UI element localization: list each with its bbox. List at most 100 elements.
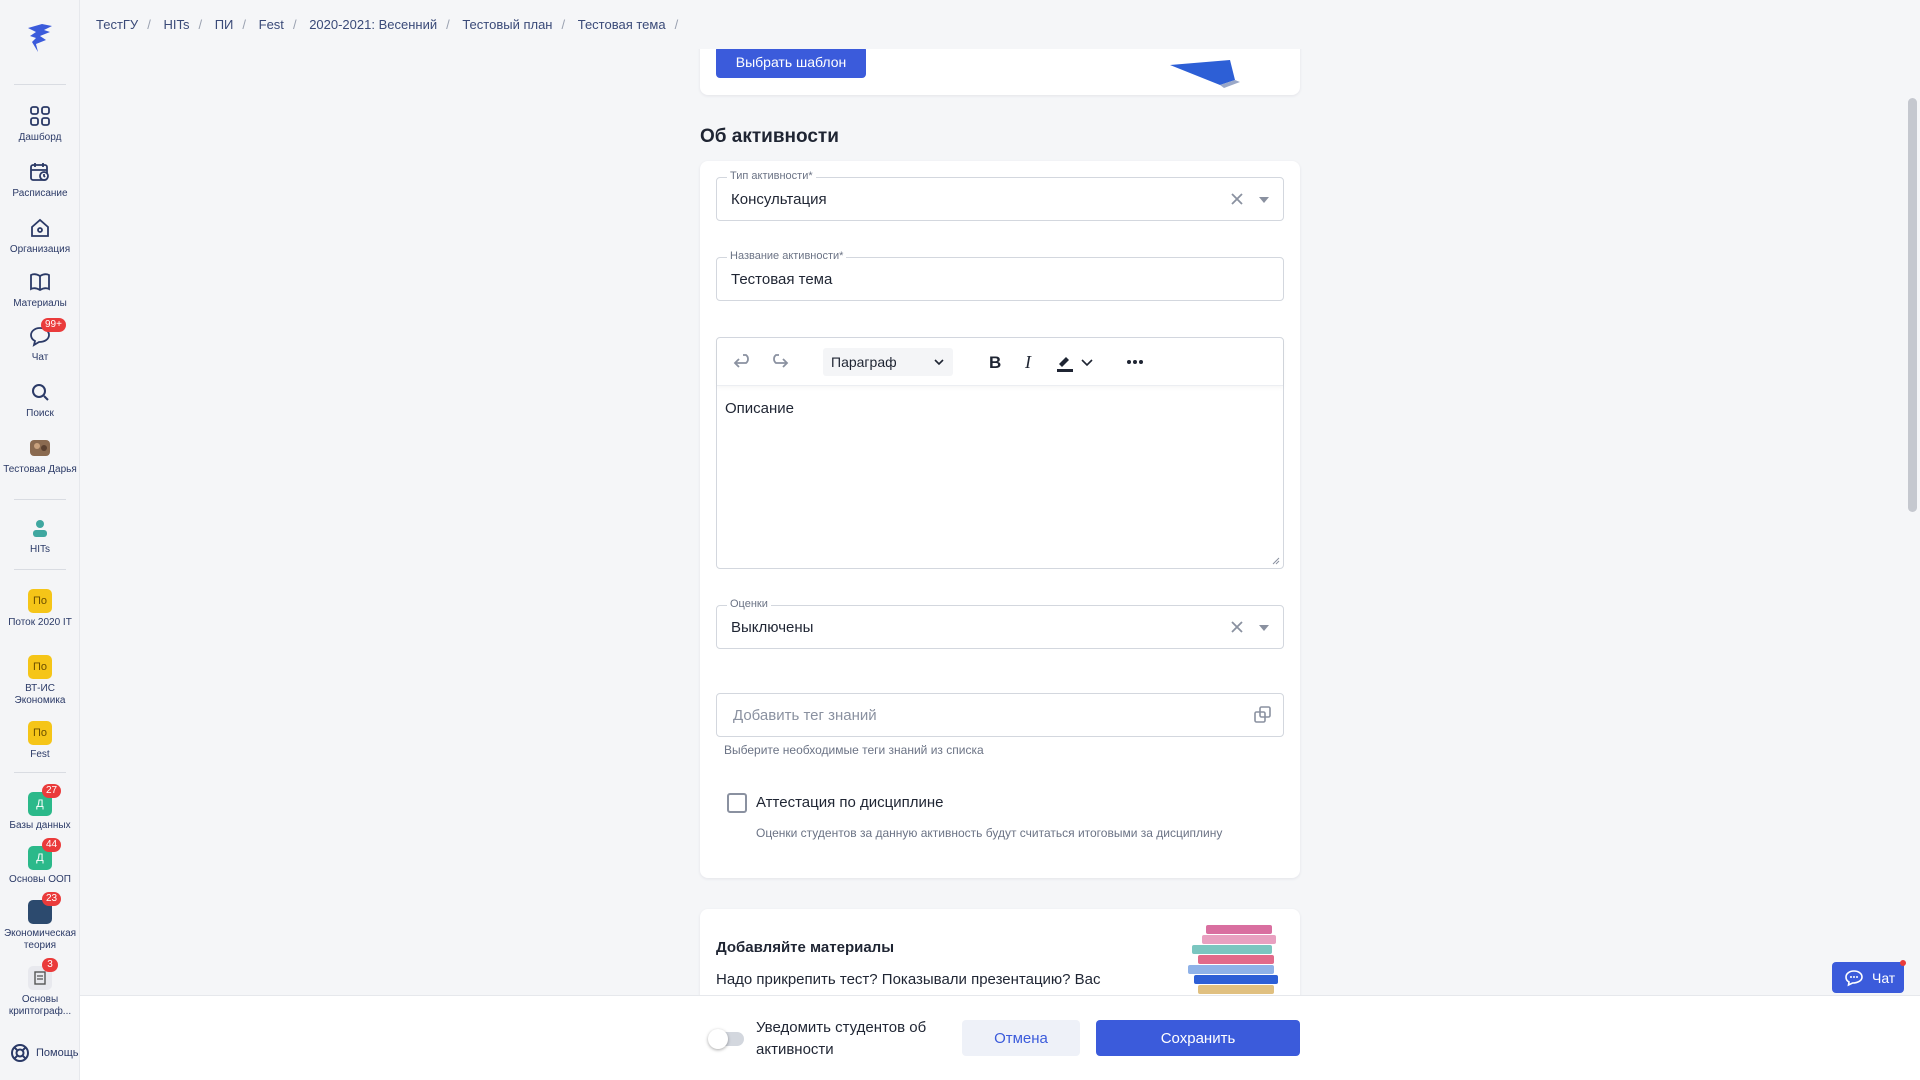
stream-avatar: По bbox=[28, 721, 52, 745]
document-icon bbox=[34, 971, 46, 985]
activity-type-select[interactable]: Тип активности* Консультация bbox=[716, 170, 1284, 221]
chat-button-label: Чат bbox=[1872, 970, 1896, 986]
sidebar-divider bbox=[14, 772, 66, 773]
home-icon bbox=[31, 218, 49, 237]
attestation-description: Оценки студентов за данную активность бу… bbox=[756, 826, 1223, 840]
sidebar-item-label: Материалы bbox=[13, 298, 67, 309]
chat-unread-badge: 99+ bbox=[41, 318, 66, 332]
sidebar-item-schedule[interactable]: Расписание bbox=[0, 160, 80, 200]
attestation-label[interactable]: Аттестация по дисциплине bbox=[756, 794, 944, 811]
caret-down-icon[interactable] bbox=[1259, 625, 1269, 631]
chevron-down-icon bbox=[934, 359, 944, 366]
sidebar-item-organization[interactable]: Организация bbox=[0, 216, 80, 256]
bold-icon[interactable]: B bbox=[983, 350, 1007, 374]
breadcrumb-item[interactable]: 2020-2021: Весенний bbox=[309, 17, 437, 32]
tag-hint: Выберите необходимые теги знаний из спис… bbox=[724, 743, 984, 757]
clear-icon[interactable] bbox=[1229, 619, 1245, 635]
highlight-icon[interactable] bbox=[1053, 350, 1077, 374]
redo-icon[interactable] bbox=[767, 350, 791, 374]
caret-down-icon[interactable] bbox=[1259, 197, 1269, 203]
sidebar-item-course[interactable]: Д 27 Базы данных bbox=[0, 784, 80, 832]
attestation-checkbox[interactable] bbox=[727, 793, 747, 813]
breadcrumb-item[interactable]: Тестовая тема bbox=[578, 17, 666, 32]
breadcrumb-item[interactable]: Fest bbox=[259, 17, 284, 32]
breadcrumb-item[interactable]: ПИ bbox=[215, 17, 234, 32]
help-link[interactable]: Помощь bbox=[10, 1043, 79, 1063]
sidebar-item-stream[interactable]: По Fest bbox=[0, 721, 80, 761]
chevron-down-icon[interactable] bbox=[1079, 350, 1095, 374]
cancel-button[interactable]: Отмена bbox=[962, 1020, 1080, 1056]
save-button[interactable]: Сохранить bbox=[1096, 1020, 1300, 1056]
sidebar-item-label: Дашборд bbox=[18, 132, 62, 143]
sidebar-item-label: Основы криптограф... bbox=[8, 994, 72, 1017]
paragraph-style-value: Параграф bbox=[831, 354, 897, 370]
page-scrollbar[interactable] bbox=[1908, 98, 1917, 512]
field-value: Консультация bbox=[731, 191, 827, 208]
field-label: Название активности* bbox=[727, 250, 847, 262]
editor-toolbar: Параграф B I bbox=[717, 338, 1283, 386]
sidebar-item-course[interactable]: Д 44 Основы ООП bbox=[0, 838, 80, 886]
topbar: ТестГУ / HITs / ПИ / Fest/ 2020-2021: Весен… bbox=[80, 0, 1920, 49]
course-badge: 27 bbox=[42, 784, 62, 798]
knowledge-tag-input[interactable]: Добавить тег знаний bbox=[716, 693, 1284, 737]
sidebar-item-label: Расписание bbox=[12, 188, 68, 199]
toggle-knob bbox=[708, 1029, 728, 1049]
activity-name-field[interactable]: Название активности* Тестовая тема bbox=[716, 250, 1284, 301]
italic-icon[interactable]: I bbox=[1017, 350, 1041, 374]
search-icon bbox=[32, 384, 49, 401]
sidebar: Дашборд Расписание Организация Материалы… bbox=[0, 0, 80, 1080]
breadcrumb-item[interactable]: Тестовый план bbox=[462, 17, 552, 32]
undo-icon[interactable] bbox=[731, 350, 755, 374]
grades-select[interactable]: Оценки Выключены bbox=[716, 598, 1284, 649]
sidebar-item-stream[interactable]: По Поток 2020 IT bbox=[0, 589, 80, 629]
chat-bubble-icon bbox=[1845, 970, 1863, 987]
book-icon bbox=[30, 273, 50, 292]
sidebar-item-course[interactable]: 23 Экономическая теория bbox=[0, 892, 80, 952]
sidebar-item-label: Тестовая Дарья bbox=[3, 464, 77, 475]
resize-handle-icon[interactable] bbox=[1271, 556, 1280, 565]
choose-template-button[interactable]: Выбрать шаблон bbox=[716, 46, 866, 78]
paragraph-style-select[interactable]: Параграф bbox=[823, 348, 953, 376]
course-avatar: Д 44 bbox=[28, 838, 62, 870]
chat-button[interactable]: Чат bbox=[1832, 960, 1906, 993]
sidebar-item-profile[interactable]: Тестовая Дарья bbox=[0, 436, 80, 476]
clear-icon[interactable] bbox=[1229, 191, 1245, 207]
sidebar-item-label: ВТ-ИС Экономика bbox=[14, 683, 66, 706]
course-avatar: 23 bbox=[28, 892, 62, 924]
field-label: Тип активности* bbox=[727, 170, 816, 182]
sidebar-item-org-hits[interactable]: HITs bbox=[0, 516, 80, 556]
lifebuoy-icon bbox=[11, 1044, 29, 1062]
avatar-icon bbox=[30, 440, 50, 456]
stream-avatar: По bbox=[28, 589, 52, 613]
section-title: Об активности bbox=[700, 126, 839, 147]
sidebar-item-label: Организация bbox=[9, 244, 71, 255]
sidebar-item-label: HITs bbox=[30, 544, 50, 555]
copy-icon[interactable] bbox=[1253, 705, 1273, 725]
breadcrumb-item[interactable]: ТестГУ bbox=[96, 17, 138, 32]
help-label: Помощь bbox=[36, 1047, 79, 1059]
sidebar-item-label: Поиск bbox=[26, 408, 54, 419]
sidebar-item-materials[interactable]: Материалы bbox=[0, 270, 80, 310]
more-icon[interactable] bbox=[1123, 350, 1147, 374]
notify-toggle[interactable] bbox=[708, 1029, 744, 1049]
sidebar-divider bbox=[14, 569, 66, 570]
description-editor[interactable]: Параграф B I Описание bbox=[716, 337, 1284, 569]
logo-icon[interactable] bbox=[22, 20, 58, 56]
sidebar-item-label: Чат bbox=[31, 352, 49, 363]
svg-text:I: I bbox=[1024, 352, 1032, 372]
sidebar-item-search[interactable]: Поиск bbox=[0, 380, 80, 420]
field-value: Тестовая тема bbox=[731, 271, 833, 288]
sidebar-item-label: Экономическая теория bbox=[3, 928, 77, 951]
sidebar-item-dashboard[interactable]: Дашборд bbox=[0, 104, 80, 144]
calendar-icon bbox=[30, 163, 49, 181]
chat-notification-dot bbox=[1900, 960, 1906, 966]
course-badge: 3 bbox=[42, 958, 58, 972]
sidebar-item-stream[interactable]: По ВТ-ИС Экономика bbox=[0, 655, 80, 707]
sidebar-item-label: Fest bbox=[30, 749, 50, 760]
breadcrumb-item[interactable]: HITs bbox=[163, 17, 189, 32]
course-avatar: Д 27 bbox=[28, 784, 62, 816]
sidebar-item-course[interactable]: 3 Основы криптограф... bbox=[0, 958, 80, 1018]
editor-content[interactable]: Описание bbox=[725, 400, 794, 417]
sidebar-item-chat[interactable]: 99+ Чат bbox=[0, 318, 80, 364]
sidebar-divider bbox=[14, 499, 66, 500]
